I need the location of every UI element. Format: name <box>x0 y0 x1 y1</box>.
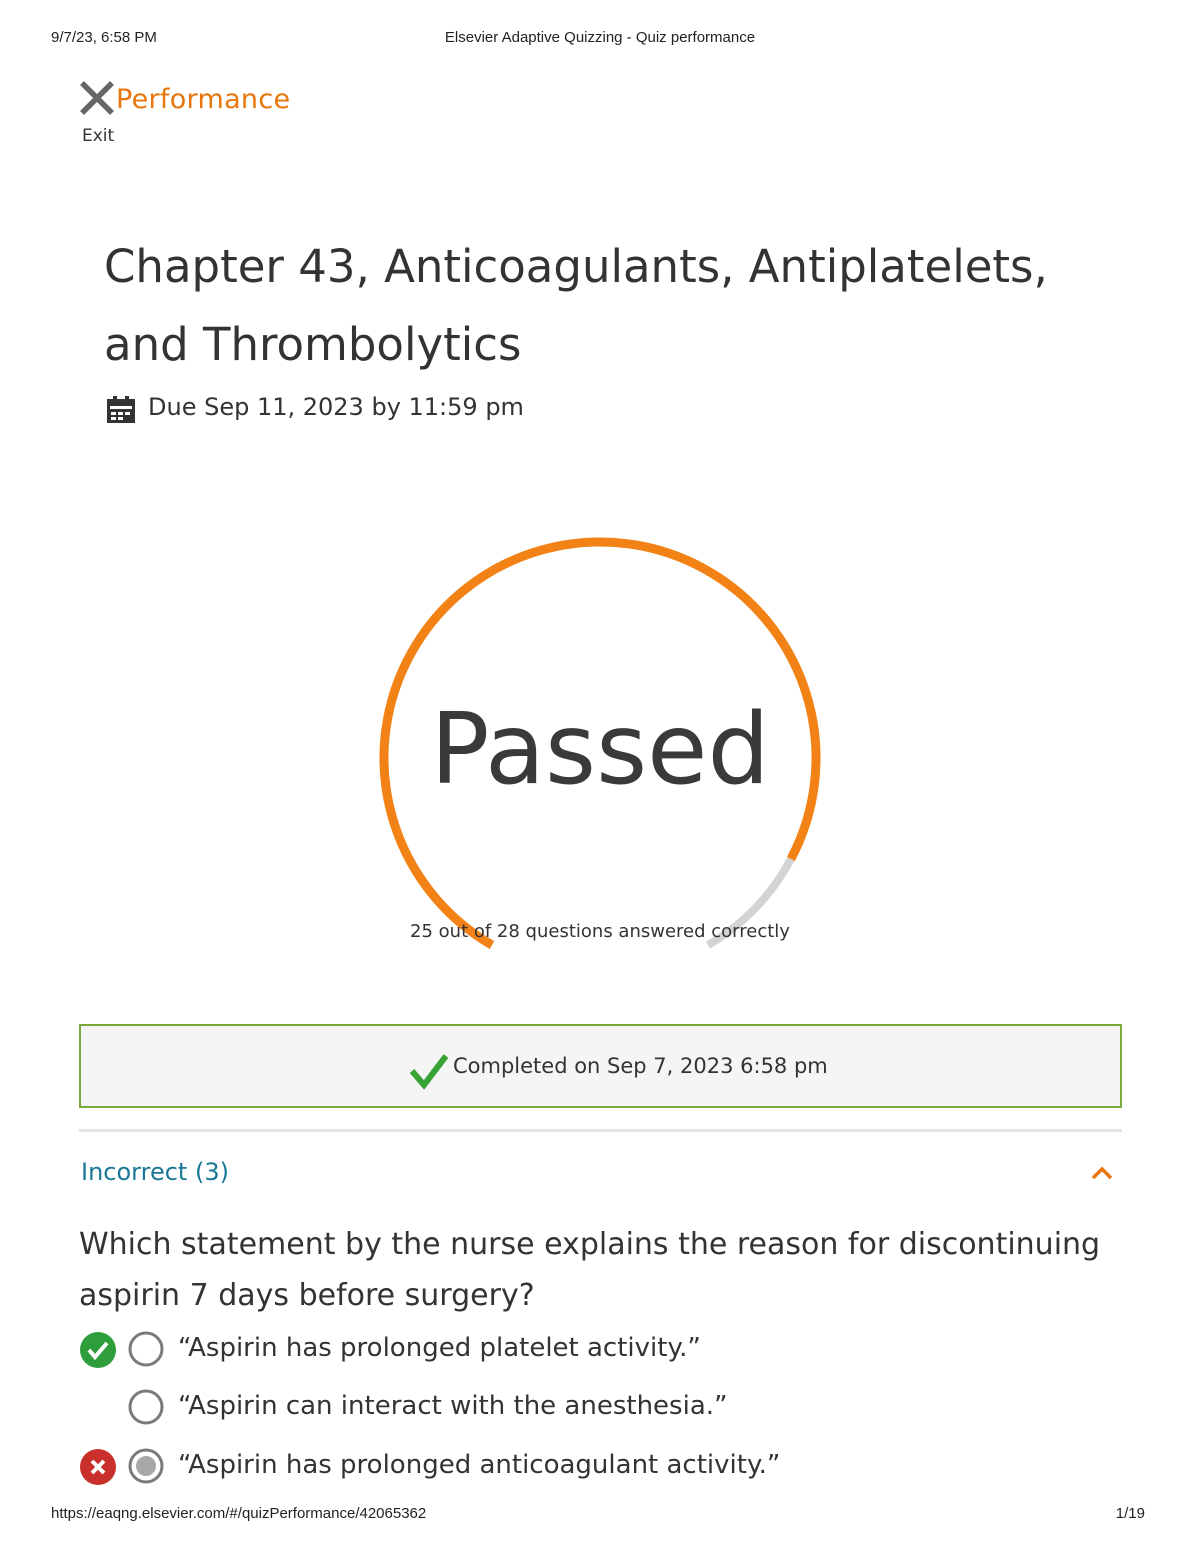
chevron-up-icon[interactable] <box>1090 1165 1114 1185</box>
correct-answer-icon <box>79 1331 117 1373</box>
print-page-title: Elsevier Adaptive Quizzing - Quiz perfor… <box>444 29 756 46</box>
calendar-icon <box>106 396 136 428</box>
answer-radio-selected[interactable] <box>127 1447 165 1489</box>
print-page-number: 1/19 <box>1115 1505 1145 1522</box>
checkmark-icon <box>409 1050 449 1094</box>
section-title: Incorrect (3) <box>81 1158 229 1186</box>
quiz-title: Chapter 43, Anticoagulants, Antiplatelet… <box>104 240 1048 371</box>
answer-radio[interactable] <box>127 1330 165 1372</box>
answer-option: “Aspirin has prolonged anticoagulant act… <box>79 1447 1079 1487</box>
score-summary: 25 out of 28 questions answered correctl… <box>410 921 790 942</box>
incorrect-answer-icon <box>79 1448 117 1490</box>
incorrect-section-toggle[interactable]: Incorrect (3) <box>79 1155 1122 1195</box>
score-gauge: Passed 25 out of 28 questions answered c… <box>370 530 830 960</box>
completion-banner: Completed on Sep 7, 2023 6:58 pm <box>79 1024 1122 1108</box>
print-url: https://eaqng.elsevier.com/#/quizPerform… <box>51 1505 427 1522</box>
answer-option: “Aspirin has prolonged platelet activity… <box>79 1330 1079 1370</box>
print-header: 9/7/23, 6:58 PM Elsevier Adaptive Quizzi… <box>0 29 1200 49</box>
page-heading: Performance <box>116 84 291 115</box>
answer-radio[interactable] <box>127 1388 165 1430</box>
answer-text: “Aspirin has prolonged platelet activity… <box>178 1333 701 1363</box>
question-text: Which statement by the nurse explains th… <box>79 1227 1101 1313</box>
result-status: Passed <box>430 693 770 807</box>
exit-link[interactable]: Exit <box>82 126 114 146</box>
completion-text: Completed on Sep 7, 2023 6:58 pm <box>453 1054 828 1078</box>
answer-text: “Aspirin has prolonged anticoagulant act… <box>178 1450 781 1480</box>
close-x-icon[interactable] <box>78 80 118 116</box>
print-footer: https://eaqng.elsevier.com/#/quizPerform… <box>0 1505 1200 1525</box>
divider <box>79 1129 1122 1132</box>
answer-option: “Aspirin can interact with the anesthesi… <box>79 1388 1079 1428</box>
due-date-text: Due Sep 11, 2023 by 11:59 pm <box>148 393 524 421</box>
answer-text: “Aspirin can interact with the anesthesi… <box>178 1391 728 1421</box>
